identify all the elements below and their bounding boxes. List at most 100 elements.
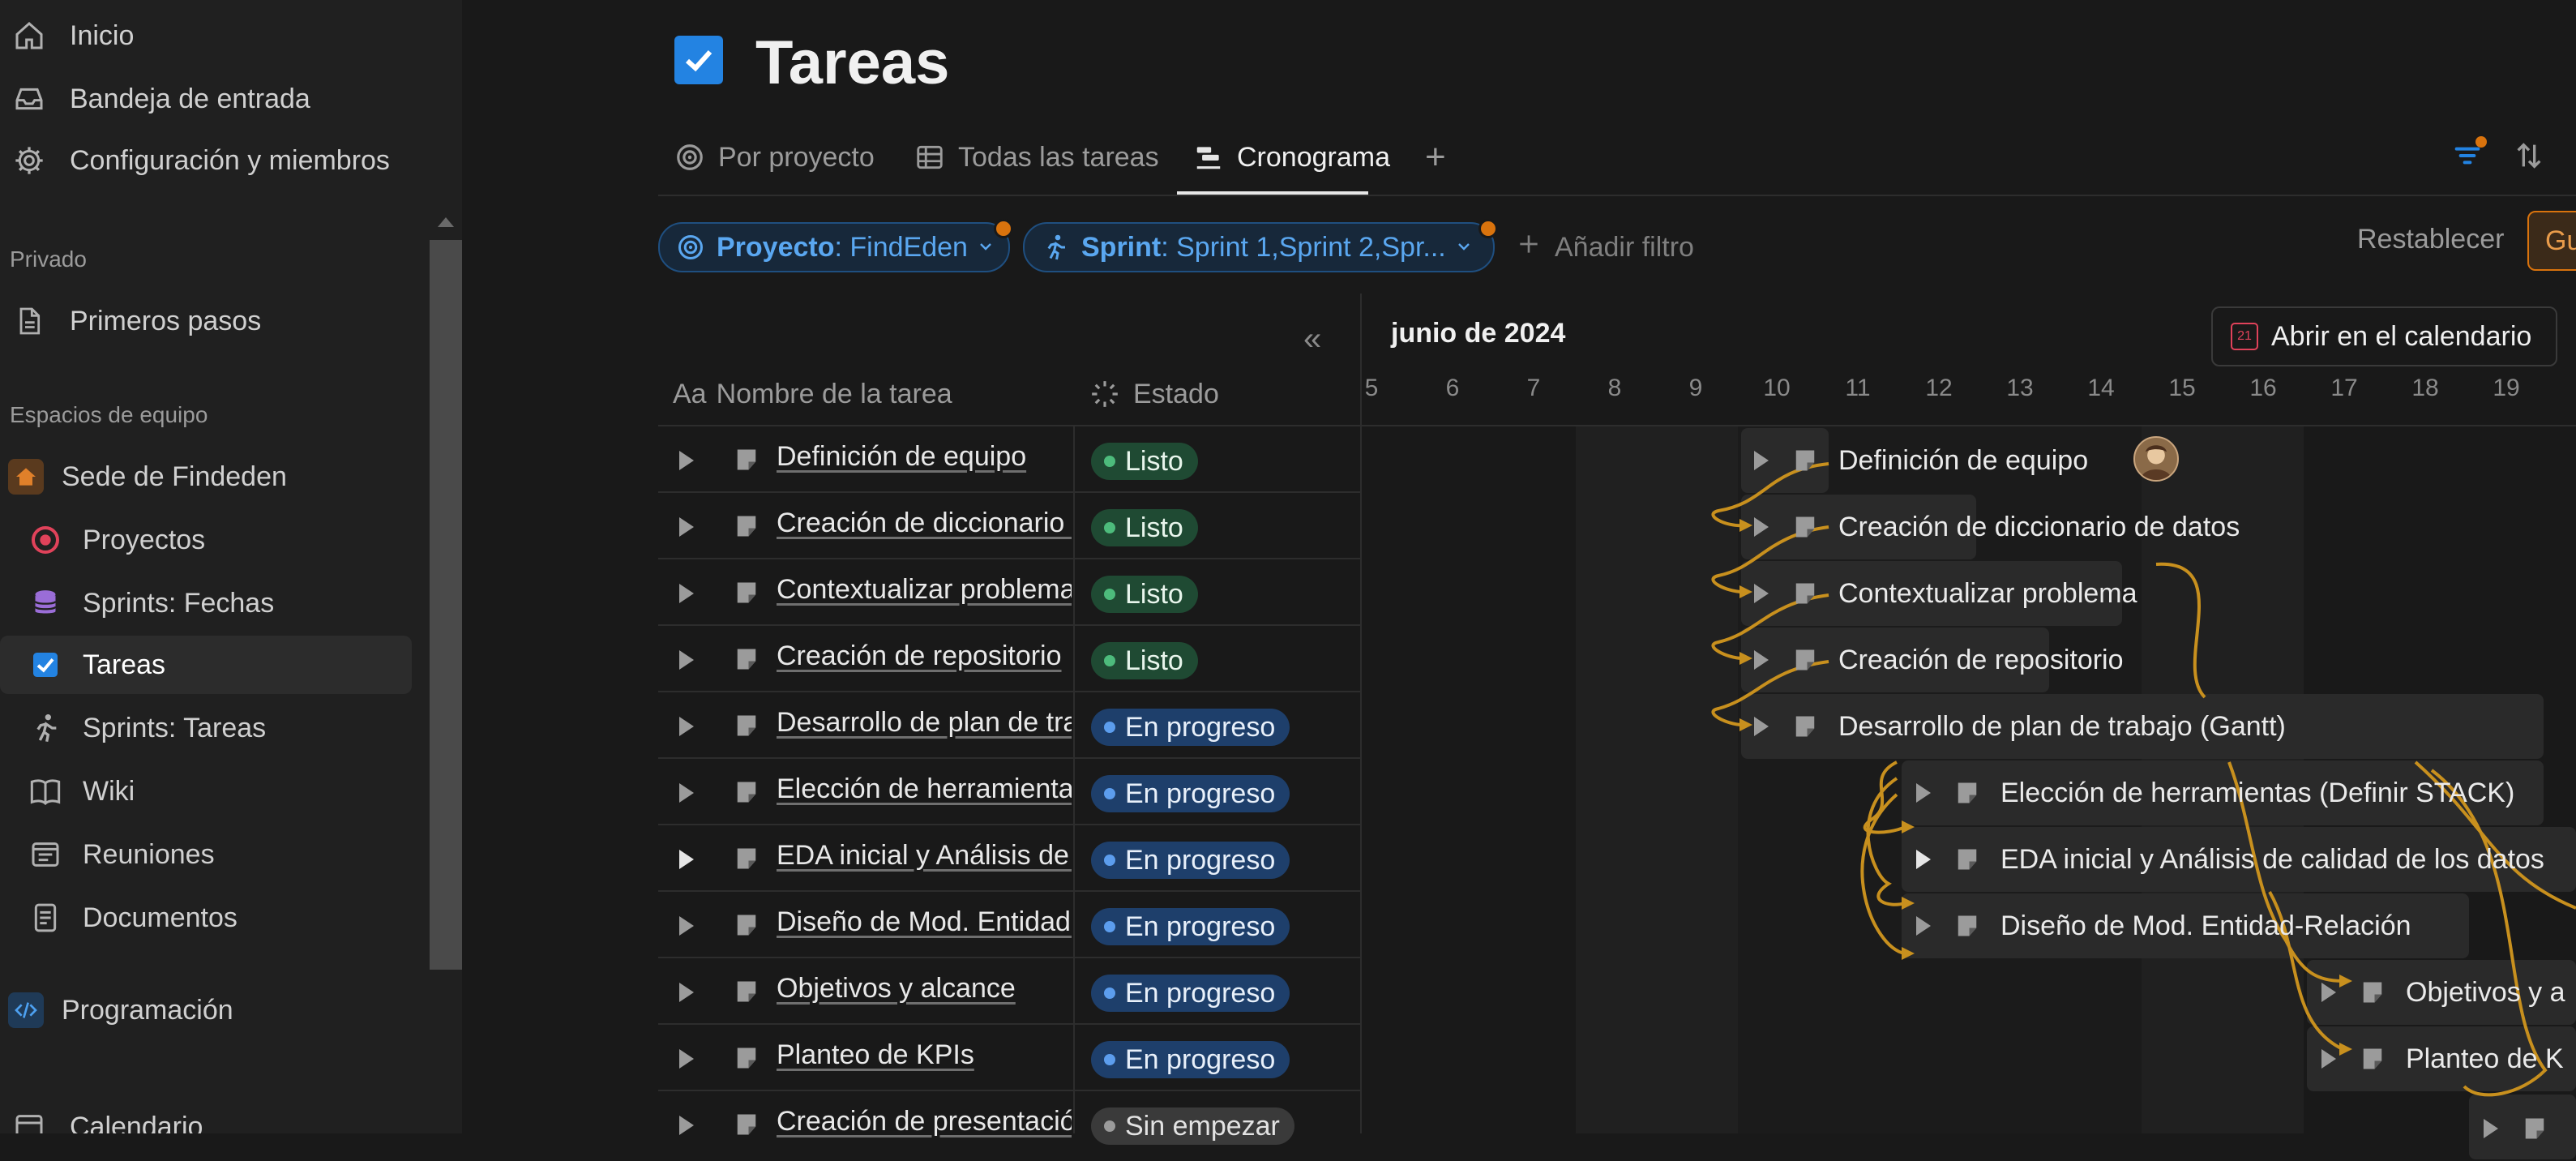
task-name[interactable]: Creación de presentación	[777, 1106, 1072, 1142]
expand-arrow-icon[interactable]	[679, 1116, 694, 1135]
sidebar-item-sprints-fechas[interactable]: Sprints: Fechas	[0, 574, 412, 632]
reset-button[interactable]: Restablecer	[2357, 224, 2504, 255]
task-name[interactable]: Creación de diccionario de datos	[777, 508, 1072, 543]
status-badge[interactable]: En progreso	[1091, 709, 1290, 746]
table-row[interactable]: Desarrollo de plan de trabajo (Gantt) En…	[658, 692, 1360, 759]
timeline-task[interactable]: Creación de repositorio	[1754, 628, 2124, 692]
status-badge[interactable]: Sin empezar	[1091, 1107, 1294, 1145]
sidebar-item-wiki[interactable]: Wiki	[0, 762, 412, 820]
expand-arrow-icon[interactable]	[679, 783, 694, 803]
table-row[interactable]: Creación de repositorio Listo	[658, 626, 1360, 692]
expand-arrow-icon[interactable]	[679, 1049, 694, 1069]
timeline-task[interactable]: Desarrollo de plan de trabajo (Gantt)	[1754, 694, 2286, 759]
sidebar-item-inbox[interactable]: Bandeja de entrada	[0, 70, 310, 128]
sidebar-item-reuniones[interactable]: Reuniones	[0, 825, 412, 884]
timeline-task[interactable]: EDA inicial y Análisis de calidad de los…	[1916, 827, 2544, 892]
filter-chip-proyecto[interactable]: Proyecto : FindEden	[658, 219, 1013, 272]
sidebar-item-home[interactable]: Inicio	[0, 6, 134, 65]
expand-arrow-icon[interactable]	[2321, 1049, 2336, 1069]
timeline-task[interactable]: Objetivos y a	[2321, 960, 2565, 1025]
expand-arrow-icon[interactable]	[1754, 584, 1769, 603]
expand-arrow-icon[interactable]	[2484, 1119, 2498, 1138]
status-badge[interactable]: En progreso	[1091, 908, 1290, 945]
sidebar-scrollbar-thumb[interactable]	[430, 240, 462, 970]
day-label: 14	[2087, 375, 2115, 401]
timeline-task[interactable]: Contextualizar problema	[1754, 561, 2137, 626]
table-row[interactable]: Creación de presentación Sin empezar	[658, 1091, 1360, 1158]
task-name[interactable]: Objetivos y alcance	[777, 973, 1072, 1009]
task-name[interactable]: EDA inicial y Análisis de calidad de los…	[777, 840, 1072, 876]
expand-arrow-icon[interactable]	[1754, 517, 1769, 537]
sidebar-item-calendario[interactable]: Calendario	[0, 1098, 203, 1133]
sidebar-item-settings[interactable]: Configuración y miembros	[0, 131, 390, 190]
sidebar-workspace-programacion[interactable]: Programación	[0, 981, 233, 1039]
table-row[interactable]: Diseño de Mod. Entidad-Relación En progr…	[658, 892, 1360, 958]
status-badge[interactable]: Listo	[1091, 509, 1198, 546]
expand-arrow-icon[interactable]	[1754, 650, 1769, 670]
filter-icon[interactable]	[2448, 136, 2487, 175]
sidebar-item-getting-started[interactable]: Primeros pasos	[0, 292, 261, 350]
column-header-status[interactable]: Estado	[1089, 379, 1219, 410]
expand-arrow-icon[interactable]	[1754, 717, 1769, 736]
collapse-table-button[interactable]: «	[1303, 321, 1321, 358]
add-filter-button[interactable]: Añadir filtro	[1516, 227, 1694, 268]
task-name[interactable]: Creación de repositorio	[777, 640, 1072, 676]
expand-arrow-icon[interactable]	[1916, 850, 1931, 869]
status-badge[interactable]: Listo	[1091, 443, 1198, 480]
scroll-up-arrow[interactable]	[438, 217, 454, 227]
table-row[interactable]: EDA inicial y Análisis de calidad de los…	[658, 825, 1360, 892]
add-view-button[interactable]: +	[1425, 135, 1446, 180]
expand-arrow-icon[interactable]	[679, 717, 694, 736]
expand-arrow-icon[interactable]	[1754, 451, 1769, 470]
sidebar-workspace-findeden[interactable]: Sede de Findeden	[0, 448, 287, 506]
sidebar-item-documentos[interactable]: Documentos	[0, 889, 412, 947]
expand-arrow-icon[interactable]	[1916, 916, 1931, 936]
table-row[interactable]: Definición de equipo Listo	[658, 426, 1360, 493]
task-name[interactable]: Contextualizar problema	[777, 574, 1072, 610]
sidebar-item-sprints-tareas[interactable]: Sprints: Tareas	[0, 699, 412, 757]
table-row[interactable]: Creación de diccionario de datos Listo	[658, 493, 1360, 559]
expand-arrow-icon[interactable]	[679, 451, 694, 470]
expand-arrow-icon[interactable]	[2321, 983, 2336, 1002]
status-badge[interactable]: En progreso	[1091, 1041, 1290, 1078]
status-badge[interactable]: En progreso	[1091, 842, 1290, 879]
save-view-button[interactable]: Gu	[2527, 211, 2576, 271]
tab-cronograma[interactable]: Cronograma	[1193, 135, 1390, 180]
table-row[interactable]: Elección de herramientas (Definir STACK)…	[658, 759, 1360, 825]
timeline-task[interactable]: Diseño de Mod. Entidad-Relación	[1916, 893, 2411, 958]
expand-arrow-icon[interactable]	[679, 650, 694, 670]
expand-arrow-icon[interactable]	[679, 983, 694, 1002]
timeline-task[interactable]: Definición de equipo	[1754, 428, 2088, 493]
avatar[interactable]	[2133, 436, 2179, 482]
status-badge[interactable]: Listo	[1091, 642, 1198, 679]
task-name[interactable]: Desarrollo de plan de trabajo (Gantt)	[777, 707, 1072, 743]
timeline-task[interactable]: Creación de diccionario de datos	[1754, 495, 2240, 559]
task-name[interactable]: Definición de equipo	[777, 441, 1072, 477]
expand-arrow-icon[interactable]	[679, 517, 694, 537]
timeline-task[interactable]: Planteo de K	[2321, 1026, 2564, 1091]
status-badge[interactable]: En progreso	[1091, 975, 1290, 1012]
filter-chip-sprint[interactable]: Sprint : Sprint 1,Sprint 2,Spr...	[1023, 219, 1498, 272]
task-name[interactable]: Elección de herramientas (Definir STACK)	[777, 773, 1072, 809]
sidebar-item-tareas[interactable]: Tareas	[0, 636, 412, 694]
task-name[interactable]: Diseño de Mod. Entidad-Relación	[777, 906, 1072, 942]
column-header-name[interactable]: Nombre de la tarea	[717, 379, 952, 410]
sort-icon[interactable]	[2510, 136, 2548, 175]
table-row[interactable]: Objetivos y alcance En progreso	[658, 958, 1360, 1025]
sidebar-item-proyectos[interactable]: Proyectos	[0, 511, 412, 569]
expand-arrow-icon[interactable]	[679, 850, 694, 869]
status-badge[interactable]: Listo	[1091, 576, 1198, 613]
status-badge[interactable]: En progreso	[1091, 775, 1290, 812]
task-name[interactable]: Planteo de KPIs	[777, 1039, 1072, 1075]
expand-arrow-icon[interactable]	[1916, 783, 1931, 803]
filter-active-dot	[994, 219, 1013, 238]
tab-todas-las-tareas[interactable]: Todas las tareas	[914, 135, 1159, 180]
timeline-task[interactable]: Elección de herramientas (Definir STACK)	[1916, 760, 2514, 825]
expand-arrow-icon[interactable]	[679, 584, 694, 603]
expand-arrow-icon[interactable]	[679, 916, 694, 936]
open-calendar-button[interactable]: 21 Abrir en el calendario	[2211, 306, 2558, 366]
table-row[interactable]: Planteo de KPIs En progreso	[658, 1025, 1360, 1091]
tab-por-proyecto[interactable]: Por proyecto	[674, 135, 875, 180]
timeline-task[interactable]	[2484, 1096, 2568, 1161]
table-row[interactable]: Contextualizar problema Listo	[658, 559, 1360, 626]
